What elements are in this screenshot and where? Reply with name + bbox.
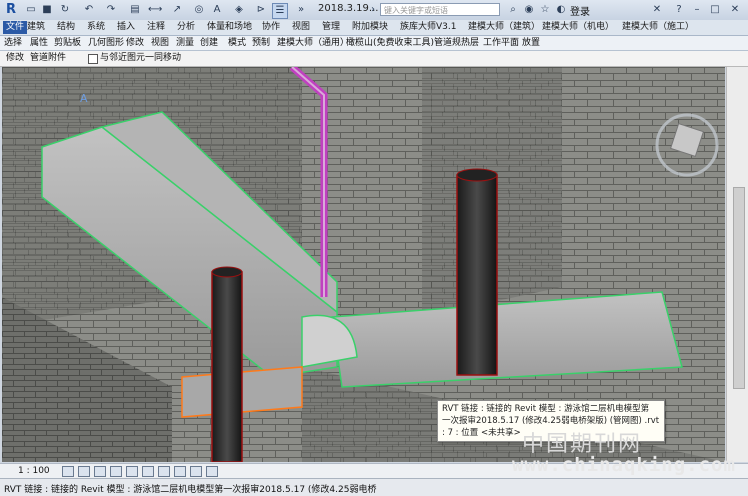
- panel-mode[interactable]: 模式: [228, 37, 246, 49]
- panel-view[interactable]: 视图: [151, 37, 169, 49]
- view-scale[interactable]: 1 : 100: [18, 465, 50, 477]
- show-crop-icon[interactable]: [158, 466, 170, 477]
- tab-family-master[interactable]: 族库大师V3.1: [400, 21, 456, 34]
- print-icon[interactable]: ▤: [128, 3, 142, 17]
- search-icon[interactable]: ⌕: [506, 3, 520, 17]
- revit-logo-icon[interactable]: R: [4, 2, 18, 17]
- help-icon[interactable]: ?: [672, 3, 686, 17]
- panel-select[interactable]: 选择: [4, 37, 22, 49]
- tab-modeling-arch[interactable]: 建模大师（建筑）: [468, 21, 540, 34]
- tab-manage[interactable]: 管理: [322, 21, 340, 34]
- tab-view[interactable]: 视图: [292, 21, 310, 34]
- vertical-pipe-left: [211, 271, 243, 462]
- dimension-icon[interactable]: ↗: [170, 3, 184, 17]
- move-with-nearby-label: 与邻近图元一同移动: [100, 53, 182, 63]
- shadows-icon[interactable]: [110, 466, 122, 477]
- more-icon[interactable]: »: [294, 3, 308, 17]
- quick-access-toolbar: R ▭ ■ ↻ ↶ ↷ ▤ ⟷ ↗ ◎ A ◈ ⊳ ☰ » 2018.3.19.…: [0, 0, 748, 21]
- tag-icon[interactable]: ◎: [192, 3, 206, 17]
- tab-file[interactable]: 文件: [3, 21, 28, 34]
- modify-label: 修改: [6, 53, 25, 63]
- undo-icon[interactable]: ↶: [82, 3, 96, 17]
- maximize-icon[interactable]: □: [708, 3, 722, 17]
- vertical-pipe-right: [456, 174, 498, 376]
- tab-addins[interactable]: 附加模块: [352, 21, 388, 34]
- expand-icon[interactable]: ›: [366, 3, 380, 17]
- sun-path-icon[interactable]: [94, 466, 106, 477]
- panel-prefab[interactable]: 预制: [252, 37, 270, 49]
- minimize-icon[interactable]: –: [690, 3, 704, 17]
- move-with-nearby-checkbox[interactable]: [88, 54, 98, 64]
- ribbon-panels: 选择 属性 剪贴板 几何图形 修改 视图 测量 创建 模式 预制 建模大师（通用…: [0, 36, 748, 51]
- 3d-viewport[interactable]: A RVT 链接 : 链接的 Revit 模型 : 游泳馆二层机电模型第 一次报…: [2, 67, 725, 462]
- tab-systems[interactable]: 系统: [87, 21, 105, 34]
- watermark-url: www.chinaqking.com: [512, 454, 736, 476]
- tab-collaborate[interactable]: 协作: [262, 21, 280, 34]
- redo-icon[interactable]: ↷: [104, 3, 118, 17]
- vertical-scrollbar[interactable]: [726, 67, 748, 462]
- star-icon[interactable]: ☆: [538, 3, 552, 17]
- temp-hide-icon[interactable]: [190, 466, 202, 477]
- render-icon[interactable]: [126, 466, 138, 477]
- svg-text:A: A: [80, 92, 88, 105]
- panel-create[interactable]: 创建: [200, 37, 218, 49]
- tab-structure[interactable]: 结构: [57, 21, 75, 34]
- panel-clipboard[interactable]: 剪贴板: [54, 37, 81, 49]
- subscription-icon[interactable]: ◉: [522, 3, 536, 17]
- options-bar: 修改 管道附件 与邻近图元一同移动: [0, 51, 748, 67]
- detail-level-icon[interactable]: [62, 466, 74, 477]
- user-icon[interactable]: ◐: [554, 3, 568, 17]
- switch-windows-icon[interactable]: ☰: [272, 3, 288, 19]
- section-icon[interactable]: ⊳: [254, 3, 268, 17]
- 3d-view-icon[interactable]: ◈: [232, 3, 246, 17]
- crop-icon[interactable]: [142, 466, 154, 477]
- status-bar: RVT 链接 : 链接的 Revit 模型 : 游泳馆二层机电模型第一次报审20…: [0, 478, 748, 496]
- panel-work-plane[interactable]: 工作平面: [483, 37, 519, 49]
- visual-style-icon[interactable]: [78, 466, 90, 477]
- panel-olive-tools[interactable]: 橄榄山(免费收束工具): [346, 37, 434, 49]
- panel-pipe-insulation[interactable]: 管道规热层: [434, 37, 479, 49]
- status-text: RVT 链接 : 链接的 Revit 模型 : 游泳馆二层机电模型第一次报审20…: [4, 485, 377, 495]
- tab-architecture[interactable]: 建筑: [27, 21, 45, 34]
- sync-icon[interactable]: ↻: [58, 3, 72, 17]
- login-button[interactable]: 登录: [570, 3, 590, 18]
- tab-modeling-construction[interactable]: 建模大师（施工）: [622, 21, 694, 34]
- text-icon[interactable]: A: [210, 3, 224, 17]
- open-icon[interactable]: ▭: [24, 3, 38, 17]
- save-icon[interactable]: ■: [40, 3, 54, 17]
- measure-icon[interactable]: ⟷: [148, 3, 162, 17]
- tab-massing[interactable]: 体量和场地: [207, 21, 252, 34]
- reveal-hidden-icon[interactable]: [206, 466, 218, 477]
- close-icon[interactable]: ✕: [728, 3, 742, 17]
- tab-annotate[interactable]: 注释: [147, 21, 165, 34]
- panel-modify[interactable]: 修改: [126, 37, 144, 49]
- pipe-fittings-label: 管道附件: [30, 53, 67, 63]
- scroll-thumb[interactable]: [733, 187, 745, 389]
- panel-measure[interactable]: 测量: [176, 37, 194, 49]
- panel-modeling-general[interactable]: 建模大师（通用）: [277, 37, 349, 49]
- tab-modeling-mep[interactable]: 建模大师（机电）: [542, 21, 614, 34]
- exchange-icon[interactable]: ✕: [650, 3, 664, 17]
- search-input[interactable]: 键入关键字或短语: [380, 3, 500, 16]
- panel-place[interactable]: 放置: [522, 37, 540, 49]
- tab-insert[interactable]: 插入: [117, 21, 135, 34]
- lock-view-icon[interactable]: [174, 466, 186, 477]
- panel-geometry[interactable]: 几何图形: [88, 37, 124, 49]
- panel-properties[interactable]: 属性: [30, 37, 48, 49]
- ribbon-tabs: 文件 建筑 结构 系统 插入 注释 分析 体量和场地 协作 视图 管理 附加模块…: [0, 20, 748, 36]
- tab-analyze[interactable]: 分析: [177, 21, 195, 34]
